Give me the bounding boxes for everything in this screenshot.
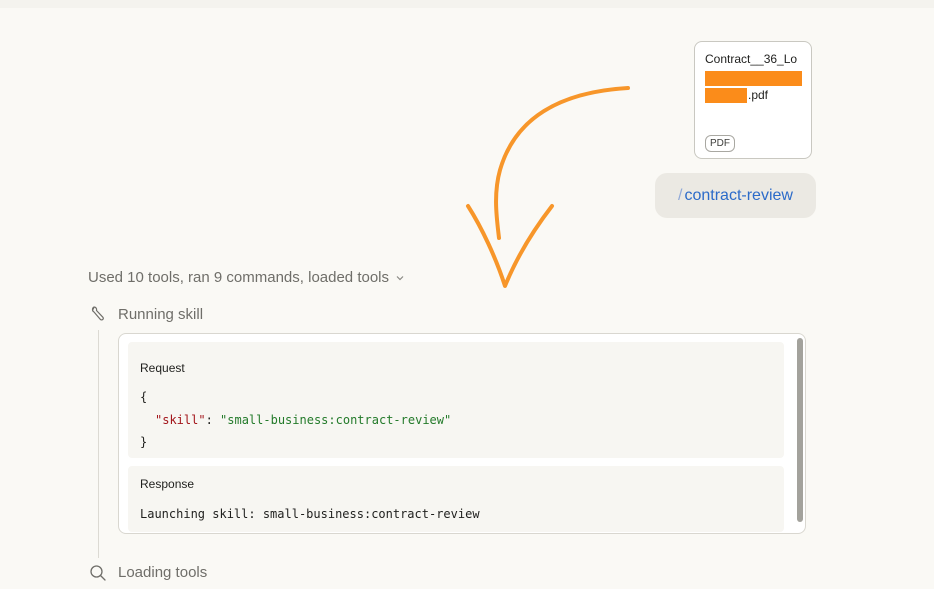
user-message-bubble: / contract-review [655, 173, 816, 218]
tool-call-panel: Request { "skill": "small-business:contr… [118, 333, 806, 534]
loading-tools-label: Loading tools [118, 564, 208, 581]
attachment-filename: Contract__36_Lo [705, 52, 798, 66]
slash-command[interactable]: contract-review [684, 187, 792, 205]
attachment-extension: .pdf [748, 88, 769, 102]
command-slash: / [678, 186, 683, 204]
json-value: "small-business:contract-review" [220, 413, 452, 427]
tools-summary-toggle[interactable]: Used 10 tools, ran 9 commands, loaded to… [88, 269, 405, 286]
timeline-line [98, 330, 99, 558]
file-type-badge: PDF [705, 135, 735, 152]
json-key: "skill" [155, 413, 206, 427]
running-skill-label: Running skill [118, 306, 204, 323]
json-open-brace: { [140, 390, 148, 404]
wrench-icon [91, 306, 104, 321]
tools-summary-text: Used 10 tools, ran 9 commands, loaded to… [88, 269, 390, 286]
json-line: "skill": "small-business:contract-review… [155, 413, 451, 427]
chevron-down-icon [396, 275, 404, 280]
top-edge [0, 0, 934, 8]
json-colon: : [205, 413, 221, 427]
redaction-bar [705, 71, 802, 86]
attachment-card[interactable]: Contract__36_Lo .pdf PDF [694, 41, 812, 159]
request-title: Request [140, 361, 185, 375]
response-text: Launching skill: small-business:contract… [140, 507, 480, 521]
panel-scrollbar[interactable] [797, 338, 803, 522]
json-close-brace: } [140, 435, 148, 449]
search-icon [90, 565, 106, 581]
request-section: Request { "skill": "small-business:contr… [128, 342, 784, 458]
response-section: Response Launching skill: small-business… [128, 466, 784, 532]
redaction-bar [705, 88, 747, 103]
response-title: Response [140, 477, 195, 491]
